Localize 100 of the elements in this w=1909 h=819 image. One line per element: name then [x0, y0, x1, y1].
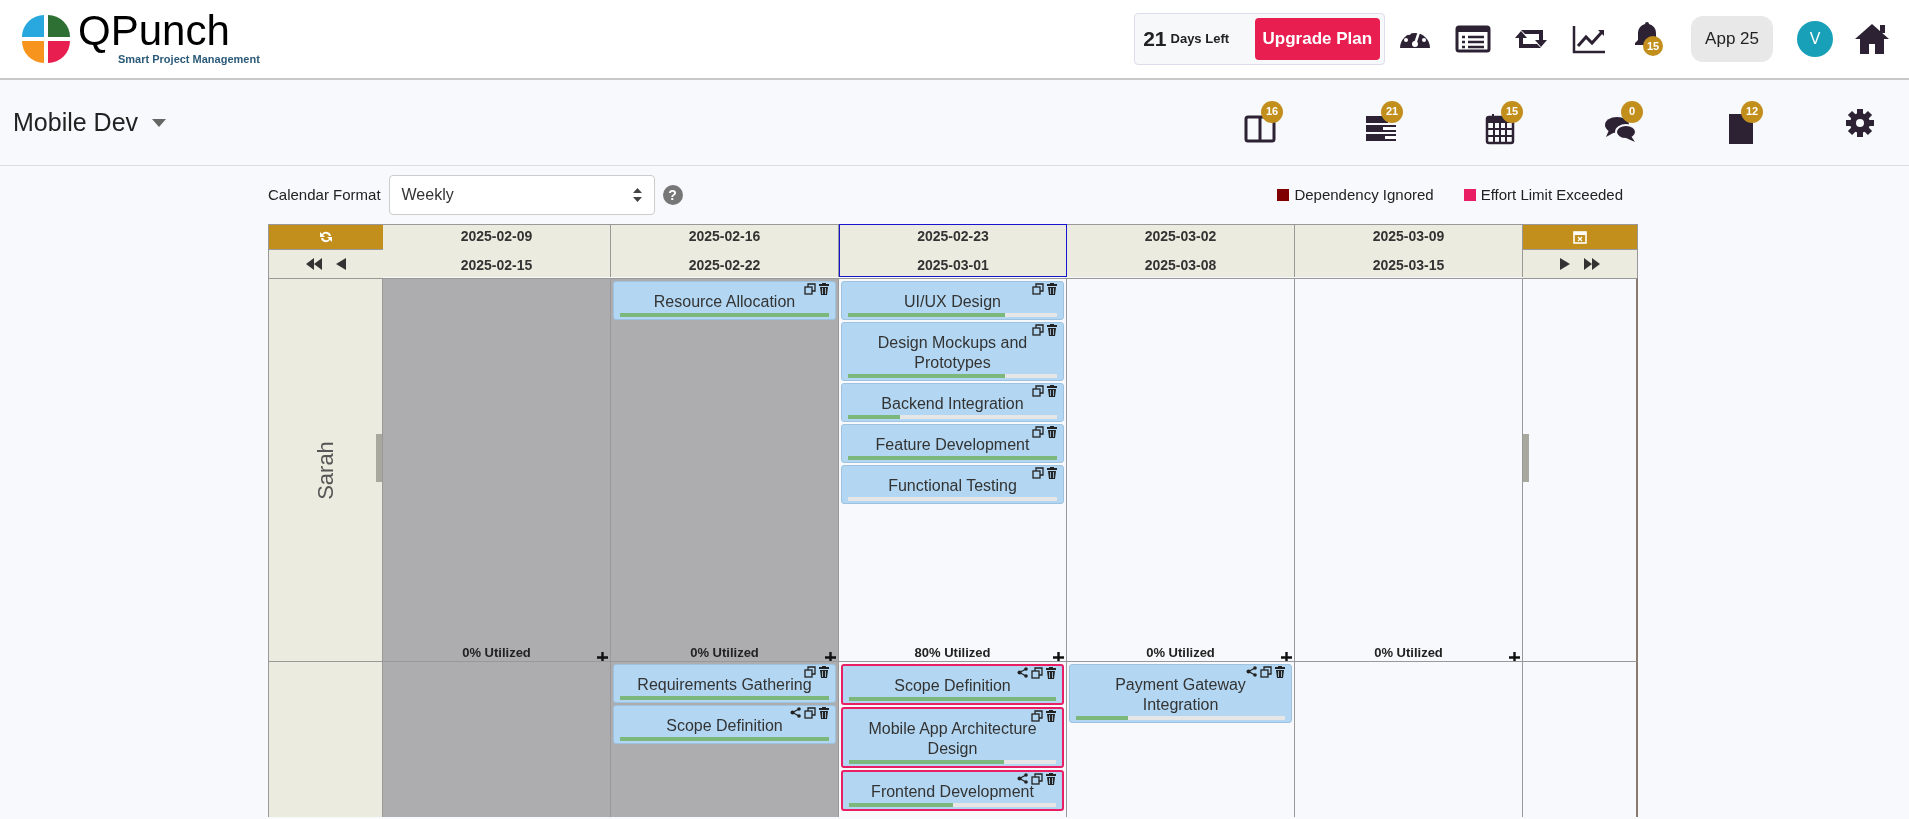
count-badge: 15 [1501, 100, 1523, 123]
copy-icon[interactable] [804, 282, 816, 295]
week-end-date: 2025-02-15 [460, 256, 533, 275]
trash-icon[interactable] [1047, 323, 1057, 336]
resource-name: Sarah [312, 440, 339, 500]
task-card[interactable]: Scope Definition [841, 664, 1064, 705]
logo-icon [20, 13, 72, 65]
legend-label: Dependency Ignored [1294, 184, 1434, 205]
task-card[interactable]: Functional Testing [841, 465, 1064, 504]
task-card[interactable]: Feature Development [841, 424, 1064, 463]
resize-handle[interactable] [1523, 434, 1529, 482]
week-header[interactable]: 2025-03-02 2025-03-08 [1067, 224, 1295, 277]
task-title: Frontend Development [870, 782, 1035, 802]
copy-icon[interactable] [1032, 323, 1044, 336]
week-header[interactable]: 2025-02-23 2025-03-01 [839, 224, 1067, 277]
trash-icon[interactable] [1047, 282, 1057, 295]
plus-icon[interactable] [825, 651, 836, 663]
week-header[interactable]: 2025-02-09 2025-02-15 [383, 224, 611, 277]
week-start-date: 2025-02-16 [688, 227, 761, 246]
help-icon[interactable]: ? [662, 185, 683, 205]
task-title: Scope Definition [893, 676, 1012, 696]
task-title: UI/UX Design [903, 292, 1002, 312]
week-start-date: 2025-02-09 [460, 227, 533, 246]
dependency-icon[interactable] [1246, 666, 1257, 677]
task-title: Backend Integration [880, 394, 1025, 414]
task-card[interactable]: Scope Definition [613, 705, 836, 744]
plus-icon[interactable] [597, 651, 608, 663]
plus-icon[interactable] [1281, 651, 1292, 663]
copy-icon[interactable] [1032, 425, 1044, 438]
count-badge: 21 [1381, 100, 1403, 123]
trash-icon[interactable] [1046, 772, 1056, 785]
fast-back-icon[interactable] [306, 258, 322, 270]
count-badge: 0 [1621, 100, 1643, 123]
task-title: Feature Development [874, 435, 1031, 455]
calendar-icon [1573, 230, 1587, 244]
week-header[interactable]: 2025-02-16 2025-02-22 [611, 224, 839, 277]
week-header[interactable]: 2025-03-09 2025-03-15 [1295, 224, 1523, 277]
task-card[interactable]: Payment Gateway Integration [1069, 664, 1292, 723]
task-card[interactable]: UI/UX Design [841, 281, 1064, 320]
task-card[interactable]: Backend Integration [841, 383, 1064, 422]
trash-icon[interactable] [1047, 425, 1057, 438]
copy-icon[interactable] [1031, 709, 1043, 722]
calendar-format-select[interactable]: Weekly [388, 175, 655, 215]
task-title: Design Mockups and Prototypes [876, 333, 1029, 373]
copy-icon[interactable] [1260, 665, 1272, 678]
days-left-label: Days Left [1170, 30, 1231, 49]
dependency-icon[interactable] [790, 707, 801, 718]
copy-icon[interactable] [1031, 666, 1043, 679]
select-arrows-icon[interactable] [632, 188, 642, 202]
dependency-icon[interactable] [1017, 773, 1028, 784]
copy-icon[interactable] [804, 665, 816, 678]
week-start-date: 2025-02-23 [917, 226, 989, 246]
count-badge: 15 [1643, 36, 1664, 56]
task-card[interactable]: Design Mockups and Prototypes [841, 322, 1064, 381]
week-start-date: 2025-03-09 [1372, 227, 1445, 246]
upgrade-plan-button[interactable]: Upgrade Plan [1254, 18, 1381, 60]
forward-icon[interactable] [1560, 258, 1570, 270]
trash-icon[interactable] [819, 282, 829, 295]
legend-label: Effort Limit Exceeded [1480, 184, 1623, 205]
trash-icon[interactable] [1047, 466, 1057, 479]
trash-icon[interactable] [819, 706, 829, 719]
back-icon[interactable] [336, 258, 346, 270]
copy-icon[interactable] [1031, 772, 1043, 785]
task-title: Scope Definition [665, 716, 784, 736]
trash-icon[interactable] [1046, 666, 1056, 679]
week-start-date: 2025-03-02 [1144, 227, 1217, 246]
task-title: Mobile App Architecture Design [867, 719, 1038, 759]
trash-icon[interactable] [1047, 384, 1057, 397]
utilization-label: 0% Utilized [1374, 644, 1443, 662]
plus-icon[interactable] [1053, 651, 1064, 663]
calendar-format-label: Calendar Format [268, 184, 381, 205]
dependency-icon[interactable] [1017, 667, 1028, 678]
copy-icon[interactable] [1032, 282, 1044, 295]
project-name[interactable]: Mobile Dev [13, 103, 139, 142]
copy-icon[interactable] [1032, 384, 1044, 397]
copy-icon[interactable] [804, 706, 816, 719]
copy-icon[interactable] [1032, 466, 1044, 479]
week-end-date: 2025-03-15 [1372, 256, 1445, 275]
home-icon[interactable] [1853, 22, 1891, 56]
refresh-icon [319, 230, 333, 244]
resize-handle[interactable] [376, 434, 382, 482]
caret-icon[interactable] [152, 118, 167, 127]
task-card[interactable]: Requirements Gathering [613, 664, 836, 703]
utilization-label: 0% Utilized [462, 644, 531, 662]
days-count: 21 [1143, 26, 1167, 53]
task-card[interactable]: Resource Allocation [613, 281, 836, 320]
app-button[interactable]: App 25 [1691, 16, 1773, 62]
trash-icon[interactable] [819, 665, 829, 678]
trash-icon[interactable] [1046, 709, 1056, 722]
week-end-date: 2025-03-01 [917, 255, 989, 275]
fast-forward-icon[interactable] [1584, 258, 1600, 270]
plus-icon[interactable] [1509, 651, 1520, 663]
task-title: Functional Testing [887, 476, 1018, 496]
task-card[interactable]: Mobile App Architecture Design [841, 707, 1064, 768]
logo-wordmark: QPunch [78, 10, 231, 51]
task-title: Requirements Gathering [636, 675, 813, 695]
task-card[interactable]: Frontend Development [841, 770, 1064, 811]
trash-icon[interactable] [1275, 665, 1285, 678]
utilization-label: 0% Utilized [690, 644, 759, 662]
week-end-date: 2025-03-08 [1144, 256, 1217, 275]
